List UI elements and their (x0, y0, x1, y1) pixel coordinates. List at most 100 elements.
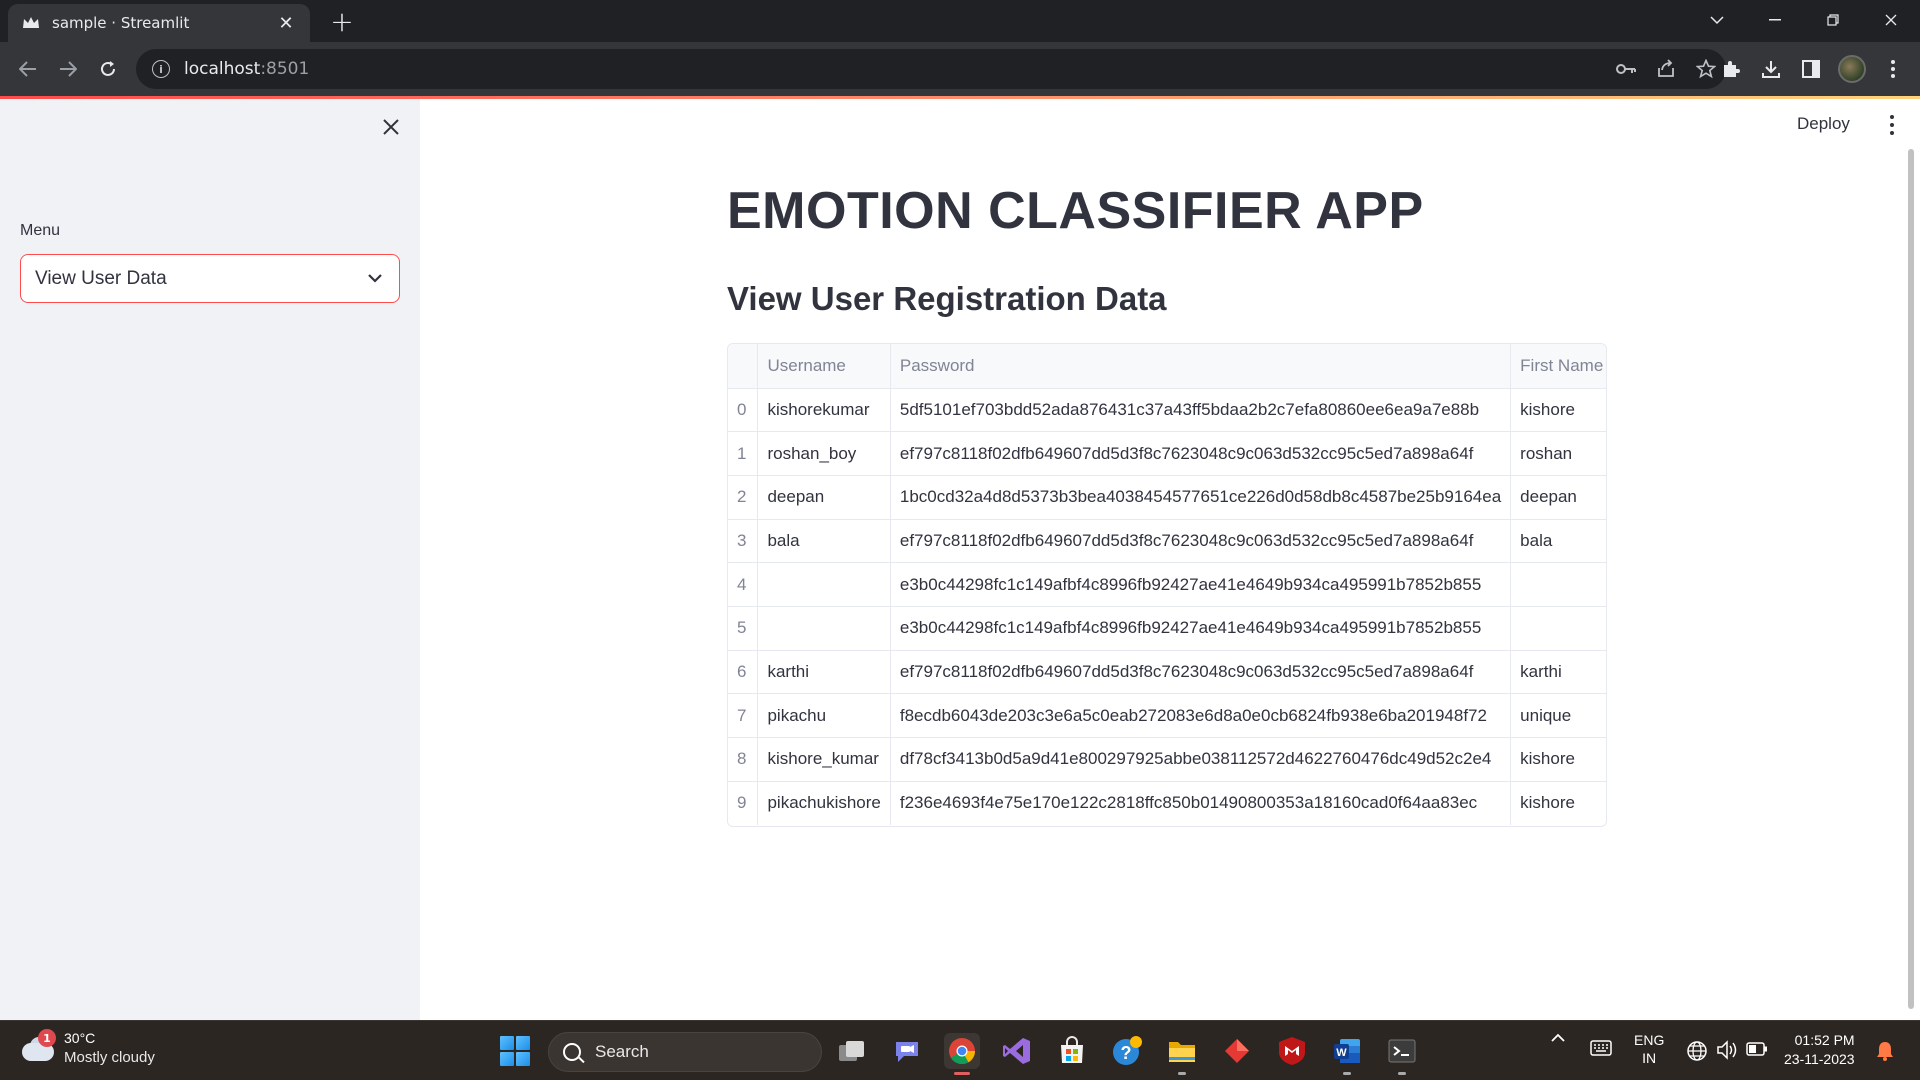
cell-password[interactable]: 5df5101ef703bdd52ada876431c37a43ff5bdaa2… (890, 388, 1512, 433)
clock[interactable]: 01:52 PM 23-11-2023 (1784, 1031, 1855, 1069)
volume-icon[interactable] (1716, 1040, 1738, 1060)
sidebar-close-icon[interactable] (378, 116, 404, 142)
cell-password[interactable]: f8ecdb6043de203c3e6a5c0eab272083e6d8a0e0… (890, 693, 1512, 738)
download-icon[interactable] (1758, 55, 1784, 83)
cell-password[interactable]: df78cf3413b0d5a9d41e800297925abbe0381125… (890, 737, 1512, 782)
cell-username[interactable] (757, 562, 891, 607)
menu-select[interactable]: View User Data (20, 254, 400, 303)
extensions-puzzle-icon[interactable] (1718, 55, 1744, 83)
cell-username[interactable]: karthi (757, 650, 891, 695)
browser-tab[interactable]: sample · Streamlit ✕ (8, 4, 310, 42)
cell-first-name[interactable] (1510, 562, 1606, 607)
column-header-first-name[interactable]: First Name (1510, 344, 1606, 389)
taskbar-search[interactable]: Search (548, 1032, 822, 1072)
cell-first-name[interactable]: unique (1510, 693, 1606, 738)
cell-username[interactable]: pikachukishore (757, 781, 891, 825)
cell-password[interactable]: ef797c8118f02dfb649607dd5d3f8c7623048c9c… (890, 431, 1512, 476)
mcafee-icon[interactable] (1274, 1033, 1310, 1069)
file-explorer-icon[interactable] (1164, 1033, 1200, 1075)
user-data-table[interactable]: Username Password First Name 0 kishorekum… (727, 343, 1607, 827)
visual-studio-icon[interactable] (999, 1033, 1035, 1069)
cell-password[interactable]: e3b0c44298fc1c149afbf4c8996fb92427ae41e4… (890, 606, 1512, 651)
column-header-username[interactable]: Username (757, 344, 891, 389)
minimize-button[interactable] (1746, 0, 1804, 40)
teams-chat-icon[interactable] (889, 1033, 925, 1069)
page-scrollbar[interactable] (1908, 149, 1914, 1009)
cell-first-name[interactable]: kishore (1510, 737, 1606, 782)
forward-arrow-icon[interactable] (54, 55, 82, 83)
tab-close-icon[interactable]: ✕ (276, 13, 296, 34)
deploy-button[interactable]: Deploy (1797, 114, 1850, 134)
side-panel-icon[interactable] (1798, 55, 1824, 83)
language-code: ENG (1634, 1032, 1665, 1048)
cell-username[interactable]: deepan (757, 475, 891, 520)
app-red-diamond-icon[interactable] (1219, 1033, 1255, 1069)
keyboard-icon[interactable] (1590, 1040, 1612, 1056)
reload-icon[interactable] (94, 55, 122, 83)
table-row[interactable]: 1 roshan_boy ef797c8118f02dfb649607dd5d3f8… (728, 431, 1606, 476)
share-icon[interactable] (1654, 57, 1678, 81)
profile-avatar[interactable] (1838, 55, 1866, 83)
cell-password[interactable]: ef797c8118f02dfb649607dd5d3f8c7623048c9c… (890, 650, 1512, 695)
cell-password[interactable]: ef797c8118f02dfb649607dd5d3f8c7623048c9c… (890, 519, 1512, 564)
taskbar-search-label: Search (595, 1042, 649, 1061)
cell-first-name[interactable]: roshan (1510, 431, 1606, 476)
table-row[interactable]: 0 kishorekumar 5df5101ef703bdd52ada876431c… (728, 388, 1606, 433)
table-row[interactable]: 4 e3b0c44298fc1c149afbf4c8996fb92427ae41e… (728, 562, 1606, 607)
index-header (728, 344, 759, 389)
table-row[interactable]: 9 pikachukishore f236e4693f4e75e170e122c28… (728, 781, 1606, 825)
cell-password[interactable]: e3b0c44298fc1c149afbf4c8996fb92427ae41e4… (890, 562, 1512, 607)
network-globe-icon[interactable] (1686, 1040, 1708, 1062)
notification-bell-icon[interactable] (1876, 1040, 1894, 1062)
weather-widget[interactable]: 1 30°C Mostly cloudy (20, 1029, 155, 1067)
column-header-password[interactable]: Password (890, 344, 1512, 389)
chrome-icon[interactable] (944, 1033, 980, 1075)
show-hidden-icons-chevron-icon[interactable] (1550, 1033, 1566, 1043)
table-row[interactable]: 6 karthi ef797c8118f02dfb649607dd5d3f8c762… (728, 650, 1606, 695)
cell-username[interactable]: pikachu (757, 693, 891, 738)
row-index: 8 (728, 737, 759, 782)
get-help-icon[interactable]: ? (1109, 1033, 1145, 1069)
cell-username[interactable]: kishore_kumar (757, 737, 891, 782)
terminal-icon[interactable] (1384, 1033, 1420, 1075)
task-view-icon[interactable] (834, 1033, 870, 1069)
cell-first-name[interactable]: karthi (1510, 650, 1606, 695)
row-index: 4 (728, 562, 759, 607)
cell-password[interactable]: f236e4693f4e75e170e122c2818ffc850b014908… (890, 781, 1512, 825)
cell-password[interactable]: 1bc0cd32a4d8d5373b3bea4038454577651ce226… (890, 475, 1512, 520)
table-row[interactable]: 3 bala ef797c8118f02dfb649607dd5d3f8c76230… (728, 519, 1606, 564)
close-window-button[interactable] (1862, 0, 1920, 40)
cell-username[interactable]: roshan_boy (757, 431, 891, 476)
cell-username[interactable]: kishorekumar (757, 388, 891, 433)
language-indicator[interactable]: ENG IN (1634, 1031, 1664, 1067)
back-arrow-icon[interactable] (14, 55, 42, 83)
cell-username[interactable]: bala (757, 519, 891, 564)
browser-tabstrip: sample · Streamlit ✕ + (0, 0, 1920, 42)
table-row[interactable]: 5 e3b0c44298fc1c149afbf4c8996fb92427ae41e… (728, 606, 1606, 651)
star-bookmark-icon[interactable] (1694, 57, 1718, 81)
table-row[interactable]: 2 deepan 1bc0cd32a4d8d5373b3bea40384545776… (728, 475, 1606, 520)
cell-first-name[interactable]: kishore (1510, 781, 1606, 825)
cell-first-name[interactable]: deepan (1510, 475, 1606, 520)
chrome-menu-icon[interactable] (1880, 55, 1906, 83)
cell-first-name[interactable]: kishore (1510, 388, 1606, 433)
key-icon[interactable] (1614, 57, 1638, 81)
search-icon (563, 1043, 581, 1061)
restore-button[interactable] (1804, 0, 1862, 40)
cell-first-name[interactable] (1510, 606, 1606, 651)
battery-icon[interactable] (1746, 1042, 1768, 1056)
row-index: 7 (728, 693, 759, 738)
cell-username[interactable] (757, 606, 891, 651)
microsoft-store-icon[interactable] (1054, 1033, 1090, 1069)
main-menu-icon[interactable] (1882, 112, 1902, 138)
windows-start-icon[interactable] (500, 1036, 530, 1066)
microsoft-word-icon[interactable]: W (1329, 1033, 1365, 1075)
table-row[interactable]: 8 kishore_kumar df78cf3413b0d5a9d41e800297… (728, 737, 1606, 782)
new-tab-button[interactable]: + (326, 7, 358, 39)
address-bar[interactable]: i localhost:8501 (136, 49, 1726, 89)
language-region: IN (1642, 1050, 1657, 1066)
table-row[interactable]: 7 pikachu f8ecdb6043de203c3e6a5c0eab272083… (728, 693, 1606, 738)
site-info-icon[interactable]: i (152, 60, 170, 78)
tab-search-icon[interactable] (1688, 0, 1746, 40)
cell-first-name[interactable]: bala (1510, 519, 1606, 564)
